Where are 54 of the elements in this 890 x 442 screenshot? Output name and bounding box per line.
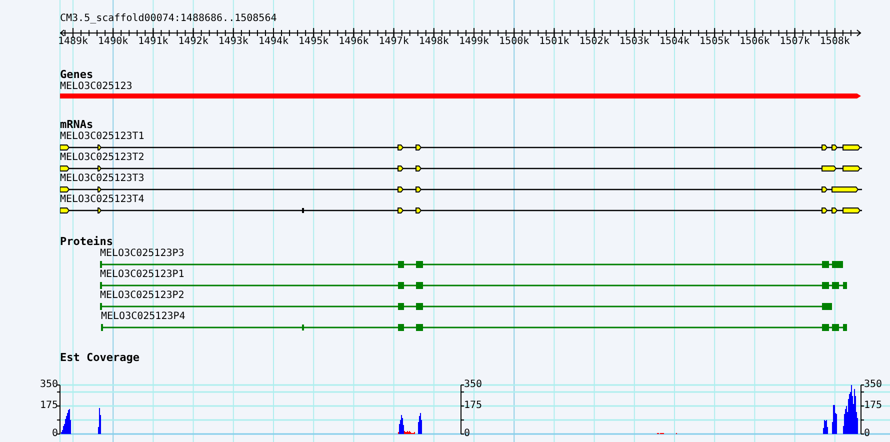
- ruler-label: 1504k: [659, 36, 690, 48]
- feature-label: MELO3C025123T4: [60, 194, 144, 206]
- region-title: CM3.5_scaffold00074:1488686..1508564: [60, 13, 277, 25]
- axis-label: 175: [464, 401, 482, 411]
- axis-label: 0: [464, 429, 470, 439]
- protein-drawing[interactable]: [100, 261, 843, 268]
- ruler-label: 1497k: [378, 36, 409, 48]
- ruler-label: 1492k: [178, 36, 208, 48]
- ruler-label: 1503k: [619, 36, 650, 48]
- ruler-label: 1490k: [98, 36, 128, 48]
- axis-label: 175: [864, 401, 882, 411]
- feature-label: MELO3C025123T2: [60, 152, 144, 164]
- y-axis: [860, 384, 864, 434]
- ruler-label: 1489k: [58, 36, 88, 48]
- ruler-label: 1498k: [418, 36, 449, 48]
- transcript-drawing[interactable]: [60, 186, 862, 192]
- transcript-drawing[interactable]: [60, 166, 862, 172]
- ruler-label: 1502k: [579, 36, 610, 48]
- ruler-label: 1493k: [218, 36, 248, 48]
- track-title: Genes: [60, 69, 94, 81]
- axis-label: 0: [864, 429, 870, 439]
- ruler-label: 1507k: [780, 36, 810, 48]
- protein-drawing[interactable]: [100, 282, 847, 289]
- protein-drawing[interactable]: [101, 324, 847, 331]
- protein-drawing[interactable]: [100, 303, 832, 310]
- axis-label: 350: [40, 380, 58, 390]
- feature-label: MELO3C025123P2: [100, 290, 184, 302]
- feature-label: MELO3C025123T1: [60, 131, 144, 143]
- track-title: Proteins: [60, 236, 113, 248]
- ruler-label: 1500k: [499, 36, 530, 48]
- ruler-label: 1494k: [258, 36, 289, 48]
- ruler-label: 1508k: [820, 36, 850, 48]
- y-axis: [56, 384, 60, 434]
- transcript-drawing[interactable]: [60, 144, 862, 150]
- axis-label: 0: [52, 429, 58, 439]
- feature-label: MELO3C025123P1: [100, 269, 184, 281]
- track-title: Est Coverage: [60, 352, 140, 364]
- feature-label: MELO3C025123P3: [100, 248, 184, 260]
- feature-label: MELO3C025123P4: [101, 311, 186, 323]
- ruler-label: 1501k: [539, 36, 570, 48]
- ruler-label: 1505k: [700, 36, 730, 48]
- ruler-label: 1491k: [138, 36, 168, 48]
- track-title: mRNAs: [60, 119, 94, 131]
- axis-label: 350: [864, 380, 882, 390]
- ruler-label: 1495k: [298, 36, 329, 48]
- transcript-drawing[interactable]: [60, 208, 862, 214]
- feature-label: MELO3C025123T3: [60, 173, 144, 185]
- ruler-label: 1499k: [458, 36, 490, 48]
- axis-label: 350: [464, 380, 482, 390]
- ruler-label: 1506k: [740, 36, 770, 48]
- y-axis: [460, 384, 464, 434]
- axis-label: 175: [40, 401, 58, 411]
- feature-label: MELO3C025123: [60, 81, 132, 93]
- ruler-label: 1496k: [338, 36, 369, 48]
